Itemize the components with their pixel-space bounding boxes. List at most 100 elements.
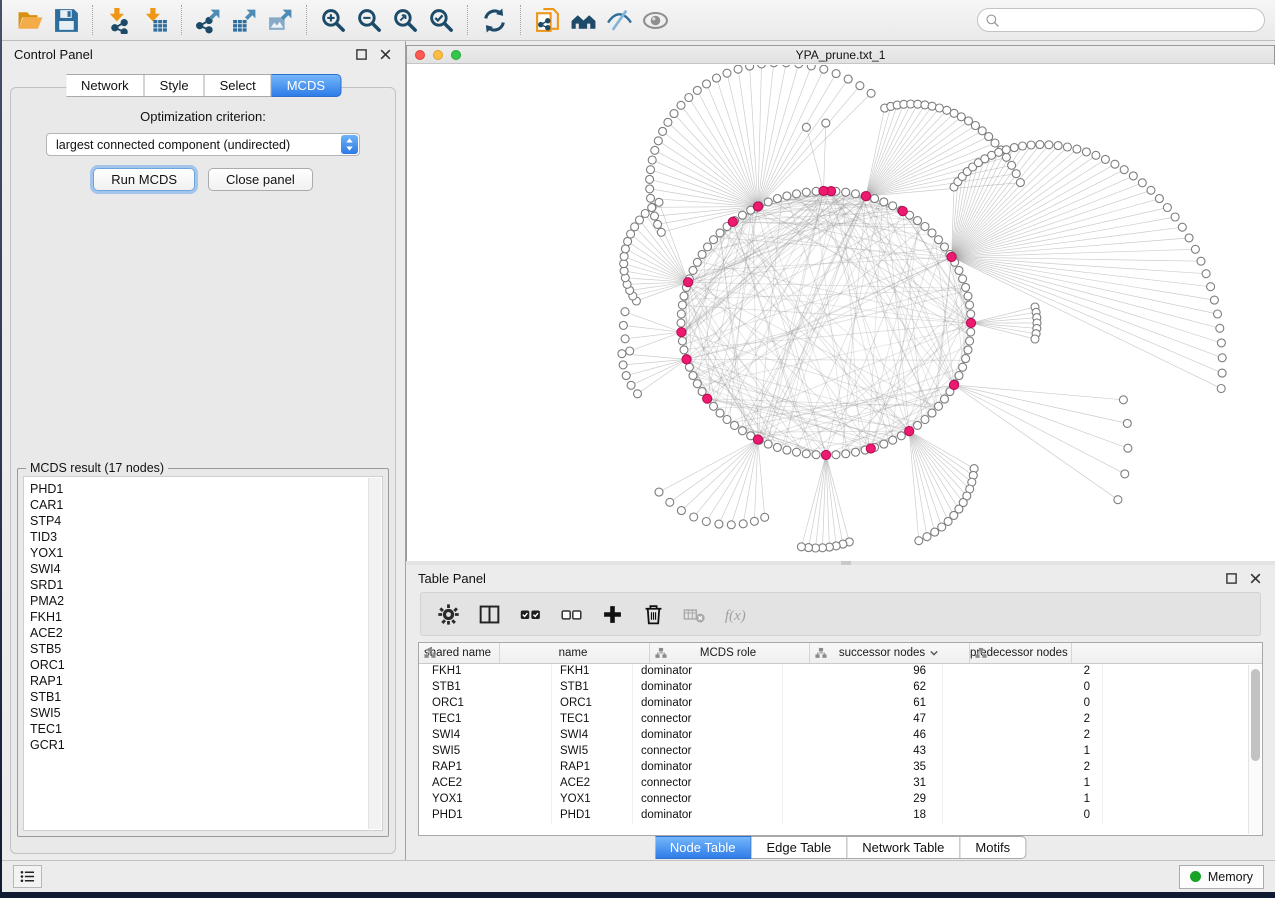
- cell-shared-name[interactable]: STB1: [419, 680, 552, 696]
- mcds-result-item[interactable]: YOX1: [30, 545, 382, 561]
- close-panel-button[interactable]: [378, 47, 393, 62]
- cell-name[interactable]: ACE2: [552, 776, 633, 792]
- table-tab[interactable]: Motifs: [960, 836, 1026, 859]
- mcds-result-item[interactable]: TID3: [30, 529, 382, 545]
- cell-name[interactable]: PHD1: [552, 808, 633, 824]
- table-tab[interactable]: Node Table: [655, 836, 752, 859]
- table-tab[interactable]: Edge Table: [751, 836, 847, 859]
- select-stepper-icon[interactable]: [341, 135, 358, 154]
- cell-predecessor-nodes[interactable]: 2: [943, 760, 1103, 776]
- control-panel-tab[interactable]: Select: [205, 74, 272, 97]
- cell-shared-name[interactable]: PHD1: [419, 808, 552, 824]
- mcds-result-item[interactable]: SWI5: [30, 705, 382, 721]
- cell-name[interactable]: TEC1: [552, 712, 633, 728]
- mcds-result-item[interactable]: STP4: [30, 513, 382, 529]
- control-panel-tab[interactable]: Style: [145, 74, 205, 97]
- float-table-panel-button[interactable]: [1224, 571, 1239, 586]
- mcds-result-item[interactable]: STB1: [30, 689, 382, 705]
- cell-predecessor-nodes[interactable]: 2: [943, 664, 1103, 680]
- window-minimize-icon[interactable]: [433, 50, 443, 60]
- table-column-header[interactable]: successor nodes: [810, 643, 970, 663]
- select-all-icon[interactable]: [518, 602, 542, 626]
- cell-successor-nodes[interactable]: 96: [783, 664, 943, 680]
- table-column-header[interactable]: MCDS role: [650, 643, 810, 663]
- deselect-all-icon[interactable]: [559, 602, 583, 626]
- table-column-header[interactable]: predecessor nodes: [970, 643, 1072, 663]
- cell-name[interactable]: YOX1: [552, 792, 633, 808]
- table-row[interactable]: SWI4 SWI4 dominator 46 2: [419, 728, 1262, 744]
- memory-button[interactable]: Memory: [1179, 865, 1264, 889]
- zoom-selected-button[interactable]: [423, 4, 459, 36]
- mcds-result-item[interactable]: ACE2: [30, 625, 382, 641]
- table-scrollbar[interactable]: [1248, 665, 1261, 834]
- delete-table-icon[interactable]: [682, 602, 706, 626]
- table-row[interactable]: SWI5 SWI5 connector 43 1: [419, 744, 1262, 760]
- open-folder-button[interactable]: [12, 4, 48, 36]
- mcds-result-item[interactable]: CAR1: [30, 497, 382, 513]
- table-row[interactable]: TEC1 TEC1 connector 47 2: [419, 712, 1262, 728]
- mcds-result-list[interactable]: PHD1CAR1STP4TID3YOX1SWI4SRD1PMA2FKH1ACE2…: [23, 476, 383, 831]
- new-network-from-selection-button[interactable]: [529, 4, 565, 36]
- close-mcds-panel-button[interactable]: Close panel: [208, 168, 313, 191]
- mcds-result-item[interactable]: SWI4: [30, 561, 382, 577]
- cell-mcds-role[interactable]: dominator: [633, 664, 783, 680]
- close-table-panel-button[interactable]: [1248, 571, 1263, 586]
- cell-mcds-role[interactable]: dominator: [633, 760, 783, 776]
- cell-successor-nodes[interactable]: 46: [783, 728, 943, 744]
- cell-mcds-role[interactable]: dominator: [633, 680, 783, 696]
- zoom-fit-button[interactable]: [387, 4, 423, 36]
- table-row[interactable]: FKH1 FKH1 dominator 96 2: [419, 664, 1262, 680]
- cell-shared-name[interactable]: ORC1: [419, 696, 552, 712]
- zoom-in-button[interactable]: [315, 4, 351, 36]
- table-column-header[interactable]: name: [500, 643, 650, 663]
- table-row[interactable]: YOX1 YOX1 connector 29 1: [419, 792, 1262, 808]
- cell-predecessor-nodes[interactable]: 0: [943, 696, 1103, 712]
- control-panel-tab[interactable]: Network: [66, 74, 145, 97]
- cell-successor-nodes[interactable]: 31: [783, 776, 943, 792]
- export-network-button[interactable]: [190, 4, 226, 36]
- hide-selected-button[interactable]: [601, 4, 637, 36]
- window-close-icon[interactable]: [415, 50, 425, 60]
- mcds-result-item[interactable]: PHD1: [30, 481, 382, 497]
- cell-name[interactable]: SWI4: [552, 728, 633, 744]
- import-table-button[interactable]: [137, 4, 173, 36]
- export-image-button[interactable]: [262, 4, 298, 36]
- cell-name[interactable]: ORC1: [552, 696, 633, 712]
- network-graph-canvas[interactable]: [407, 65, 1274, 560]
- zoom-out-button[interactable]: [351, 4, 387, 36]
- cell-predecessor-nodes[interactable]: 2: [943, 728, 1103, 744]
- home-pages-button[interactable]: [565, 4, 601, 36]
- cell-mcds-role[interactable]: dominator: [633, 808, 783, 824]
- cell-predecessor-nodes[interactable]: 1: [943, 776, 1103, 792]
- cell-successor-nodes[interactable]: 47: [783, 712, 943, 728]
- delete-icon[interactable]: [641, 602, 665, 626]
- table-row[interactable]: RAP1 RAP1 dominator 35 2: [419, 760, 1262, 776]
- cell-mcds-role[interactable]: dominator: [633, 728, 783, 744]
- table-row[interactable]: ORC1 ORC1 dominator 61 0: [419, 696, 1262, 712]
- cell-mcds-role[interactable]: connector: [633, 776, 783, 792]
- cell-predecessor-nodes[interactable]: 1: [943, 792, 1103, 808]
- cell-name[interactable]: FKH1: [552, 664, 633, 680]
- refresh-layout-button[interactable]: [476, 4, 512, 36]
- cell-name[interactable]: STB1: [552, 680, 633, 696]
- cell-mcds-role[interactable]: connector: [633, 712, 783, 728]
- mcds-result-item[interactable]: SRD1: [30, 577, 382, 593]
- search-input[interactable]: [1000, 10, 1257, 30]
- table-column-header[interactable]: shared name: [419, 643, 500, 663]
- fx-icon[interactable]: f(x): [723, 602, 747, 626]
- cell-successor-nodes[interactable]: 18: [783, 808, 943, 824]
- cell-shared-name[interactable]: SWI5: [419, 744, 552, 760]
- cell-shared-name[interactable]: YOX1: [419, 792, 552, 808]
- cell-mcds-role[interactable]: dominator: [633, 696, 783, 712]
- mcds-result-item[interactable]: RAP1: [30, 673, 382, 689]
- cell-name[interactable]: RAP1: [552, 760, 633, 776]
- table-tab[interactable]: Network Table: [847, 836, 960, 859]
- float-panel-button[interactable]: [354, 47, 369, 62]
- split-columns-icon[interactable]: [477, 602, 501, 626]
- table-scrollbar-thumb[interactable]: [1251, 669, 1260, 761]
- run-mcds-button[interactable]: Run MCDS: [93, 168, 195, 191]
- cell-predecessor-nodes[interactable]: 2: [943, 712, 1103, 728]
- cell-successor-nodes[interactable]: 62: [783, 680, 943, 696]
- mcds-result-item[interactable]: PMA2: [30, 593, 382, 609]
- search-box[interactable]: [977, 8, 1265, 32]
